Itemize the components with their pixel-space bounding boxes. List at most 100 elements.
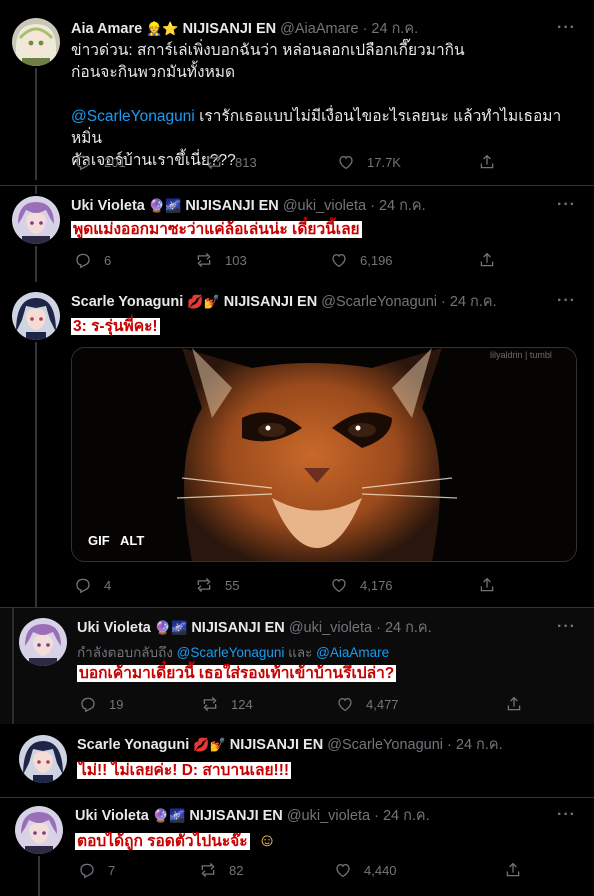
timestamp[interactable]: · 24 ก.ค. — [374, 808, 430, 824]
timestamp[interactable]: · 24 ก.ค. — [447, 737, 503, 753]
thread-line — [12, 608, 14, 724]
share-icon — [504, 861, 522, 879]
mention-link[interactable]: @ScarleYonaguni — [71, 108, 195, 125]
avatar-aia[interactable] — [12, 18, 60, 66]
thread-line — [38, 856, 40, 896]
affiliation: NIJISANJI EN — [223, 294, 318, 310]
like-button[interactable]: 6,196 — [330, 251, 393, 269]
share-icon — [478, 153, 496, 171]
reply-icon — [78, 861, 96, 879]
retweet-button[interactable]: 813 — [205, 153, 257, 171]
like-count: 4,440 — [364, 862, 397, 878]
retweet-button[interactable]: 103 — [195, 251, 247, 269]
name-emoji: 🔮🌌 — [148, 199, 182, 214]
handle[interactable]: @AiaAmare — [280, 21, 358, 37]
tweet-text: พูดแม่งออกมาซะว่าแค่ล้อเล่นน่ะ เดี๋ยวนี้… — [71, 219, 362, 241]
handle[interactable]: @uki_violeta — [289, 620, 372, 636]
reply-button[interactable]: 7 — [78, 861, 115, 879]
tweet-uki-1[interactable]: Uki Violeta 🔮🌌 NIJISANJI EN @uki_violeta… — [0, 186, 594, 282]
handle[interactable]: @uki_violeta — [283, 198, 366, 214]
avatar-scarle[interactable] — [12, 292, 60, 340]
display-name[interactable]: Uki Violeta — [75, 808, 149, 824]
reply-button[interactable]: 4 — [74, 576, 111, 594]
retweet-count: 82 — [229, 862, 244, 878]
handle[interactable]: @uki_violeta — [287, 808, 370, 824]
heart-icon — [330, 576, 348, 594]
media-watermark: lilyaldrin | tumbl — [490, 350, 552, 360]
display-name[interactable]: Scarle Yonaguni — [71, 294, 183, 310]
share-button[interactable] — [478, 153, 496, 171]
share-button[interactable] — [478, 251, 496, 269]
timestamp[interactable]: · 24 ก.ค. — [370, 198, 426, 214]
mention-link[interactable]: @AiaAmare — [316, 645, 389, 660]
highlighted-text: ตอบได้ถูก รอดตัวไปนะจ๊ะ — [75, 833, 250, 850]
reply-button[interactable]: 201 — [74, 153, 126, 171]
like-button[interactable]: 4,440 — [334, 861, 397, 879]
reply-button[interactable]: 6 — [74, 251, 111, 269]
more-options-button[interactable]: ··· — [557, 196, 576, 214]
handle[interactable]: @ScarleYonaguni — [321, 294, 437, 310]
avatar-uki[interactable] — [12, 196, 60, 244]
retweet-count: 103 — [225, 252, 247, 268]
reply-icon — [74, 153, 92, 171]
avatar-uki[interactable] — [19, 618, 67, 666]
handle[interactable]: @ScarleYonaguni — [327, 737, 443, 753]
mention-link[interactable]: @ScarleYonaguni — [177, 645, 285, 660]
retweet-icon — [205, 153, 223, 171]
avatar-uki[interactable] — [15, 806, 63, 854]
timestamp[interactable]: · 24 ก.ค. — [376, 620, 432, 636]
tweet-uki-2[interactable]: Uki Violeta 🔮🌌 NIJISANJI EN @uki_violeta… — [0, 608, 594, 724]
retweet-button[interactable]: 82 — [199, 861, 243, 879]
alt-text-button[interactable]: ALT — [120, 533, 144, 548]
thread-line — [35, 246, 37, 282]
name-emoji: 💋💅 — [193, 738, 226, 753]
display-name[interactable]: Aia Amare — [71, 21, 142, 37]
highlighted-text: ไม่!! ไม่เลยค่ะ! D: สาบานเลย!!! — [77, 762, 292, 779]
timestamp[interactable]: · 24 ก.ค. — [363, 21, 419, 37]
retweet-button[interactable]: 124 — [201, 695, 253, 713]
action-bar: 19 124 4,477 — [79, 695, 529, 715]
affiliation: NIJISANJI EN — [182, 21, 277, 37]
heart-icon — [337, 153, 355, 171]
share-button[interactable] — [505, 695, 523, 713]
reply-icon — [74, 251, 92, 269]
tweet-text: บอกเค้ามาเดี๋ยวนี้ เธอใส่รองเท้าเข้าบ้าน… — [77, 663, 397, 685]
thread-line — [35, 186, 37, 194]
text-line: ข่าวด่วน: สการ์เล่เพิ่งบอกฉันว่า หล่อนลอ… — [71, 42, 465, 59]
more-options-button[interactable]: ··· — [557, 19, 576, 37]
tweet-text: ไม่!! ไม่เลยค่ะ! D: สาบานเลย!!! — [77, 760, 292, 782]
display-name[interactable]: Uki Violeta — [71, 198, 145, 214]
reply-count: 7 — [108, 862, 116, 878]
tweet-aia[interactable]: Aia Amare 👷⭐ NIJISANJI EN @AiaAmare · 24… — [0, 0, 594, 185]
action-bar: 6 103 6,196 — [74, 251, 524, 271]
timestamp[interactable]: · 24 ก.ค. — [441, 294, 497, 310]
affiliation: NIJISANJI EN — [229, 737, 324, 753]
tweet-scarle-1[interactable]: Scarle Yonaguni 💋💅 NIJISANJI EN @ScarleY… — [0, 282, 594, 607]
avatar-scarle[interactable] — [19, 735, 67, 783]
heart-icon — [334, 861, 352, 879]
display-name[interactable]: Uki Violeta — [77, 620, 151, 636]
reply-icon — [79, 695, 97, 713]
tweet-uki-3[interactable]: Uki Violeta 🔮🌌 NIJISANJI EN @uki_violeta… — [0, 798, 594, 896]
gif-media[interactable]: lilyaldrin | tumbl GIF ALT — [71, 347, 577, 562]
more-options-button[interactable]: ··· — [557, 618, 576, 636]
share-icon — [478, 576, 496, 594]
retweet-button[interactable]: 55 — [195, 576, 239, 594]
thread-line — [35, 68, 37, 180]
more-options-button[interactable]: ··· — [557, 292, 576, 310]
cat-gif-image: lilyaldrin | tumbl — [72, 348, 576, 561]
tweet-text: ตอบได้ถูก รอดตัวไปนะจ๊ะ ☺ — [75, 829, 276, 853]
highlighted-text: บอกเค้ามาเดี๋ยวนี้ เธอใส่รองเท้าเข้าบ้าน… — [77, 665, 397, 682]
name-emoji: 💋💅 — [187, 295, 220, 310]
share-button[interactable] — [478, 576, 496, 594]
share-button[interactable] — [504, 861, 522, 879]
like-button[interactable]: 17.7K — [337, 153, 401, 171]
more-options-button[interactable]: ··· — [557, 806, 576, 824]
display-name[interactable]: Scarle Yonaguni — [77, 737, 189, 753]
heart-icon — [330, 251, 348, 269]
tweet-scarle-2[interactable]: Scarle Yonaguni 💋💅 NIJISANJI EN @ScarleY… — [0, 724, 594, 797]
reply-button[interactable]: 19 — [79, 695, 123, 713]
like-button[interactable]: 4,176 — [330, 576, 393, 594]
heart-icon — [336, 695, 354, 713]
like-button[interactable]: 4,477 — [336, 695, 399, 713]
